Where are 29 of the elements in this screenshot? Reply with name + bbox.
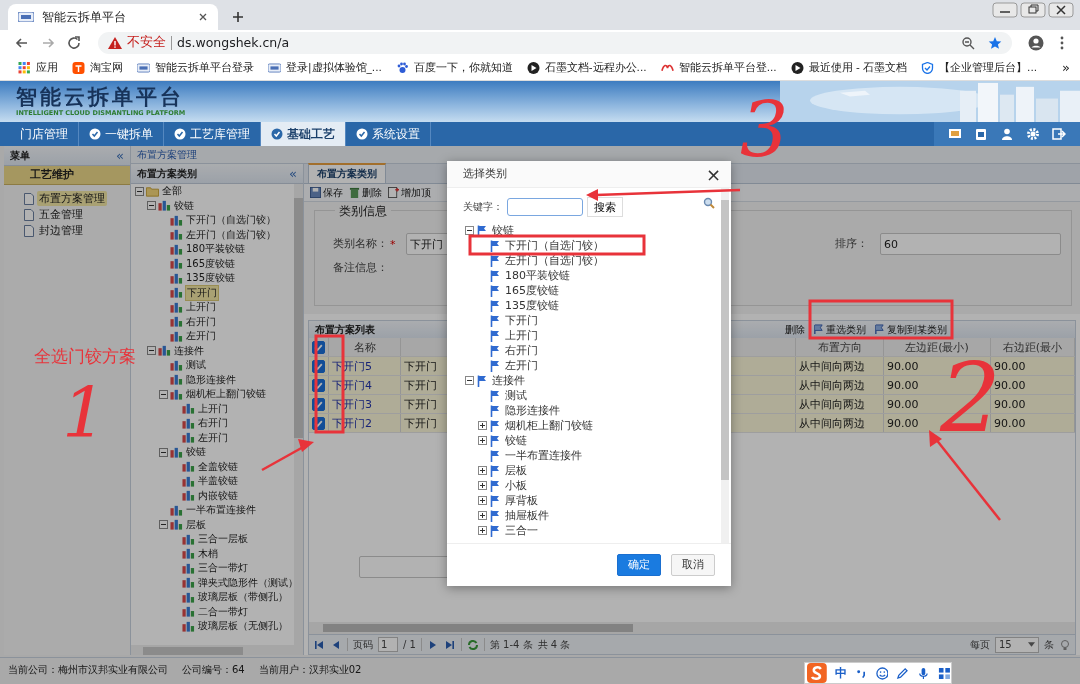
group-title: 类别信息 (335, 204, 391, 219)
field-label: 类别名称： (333, 237, 388, 251)
field-label: 关键字： (463, 200, 503, 214)
table-cell: 从中间向两边 (796, 357, 884, 375)
table-cell: 从中间向两边 (796, 376, 884, 394)
status-text: 公司编号：64 (182, 663, 245, 677)
panel-title: 布置方案列表 (315, 322, 375, 337)
table-cell: 从中间向两边 (796, 395, 884, 413)
per-page-unit: 条 (1044, 637, 1054, 652)
app-title: 智能云拆单平台 (16, 85, 185, 109)
table-cell: 从中间向两边 (796, 414, 884, 432)
record-total: 共 4 条 (537, 637, 571, 652)
field-label: 备注信息： (333, 261, 388, 275)
status-text: 当前用户：汉邦实业02 (258, 663, 362, 677)
annotation-text: 全选门铰方案 (34, 345, 136, 368)
table-cell: 90.00 (991, 395, 1075, 413)
panel-title: 布置方案类别 (137, 166, 197, 181)
page-label: 页码 (353, 637, 373, 652)
required-mark: * (390, 237, 396, 251)
record-range: 第 1-4 条 (489, 637, 533, 652)
panel-title: 菜单 (10, 148, 30, 163)
field-label: 排序： (835, 237, 868, 251)
annotation-number: 1 (62, 378, 107, 448)
dialog-title: 选择类别 (463, 167, 507, 181)
tab-title: 智能云拆单平台 (42, 8, 127, 26)
page-count: / 1 (403, 639, 416, 650)
table-cell: 90.00 (991, 414, 1075, 432)
per-page-label: 每页 (970, 637, 990, 652)
status-text: 当前公司：梅州市汉邦实业有限公司 (8, 663, 168, 677)
